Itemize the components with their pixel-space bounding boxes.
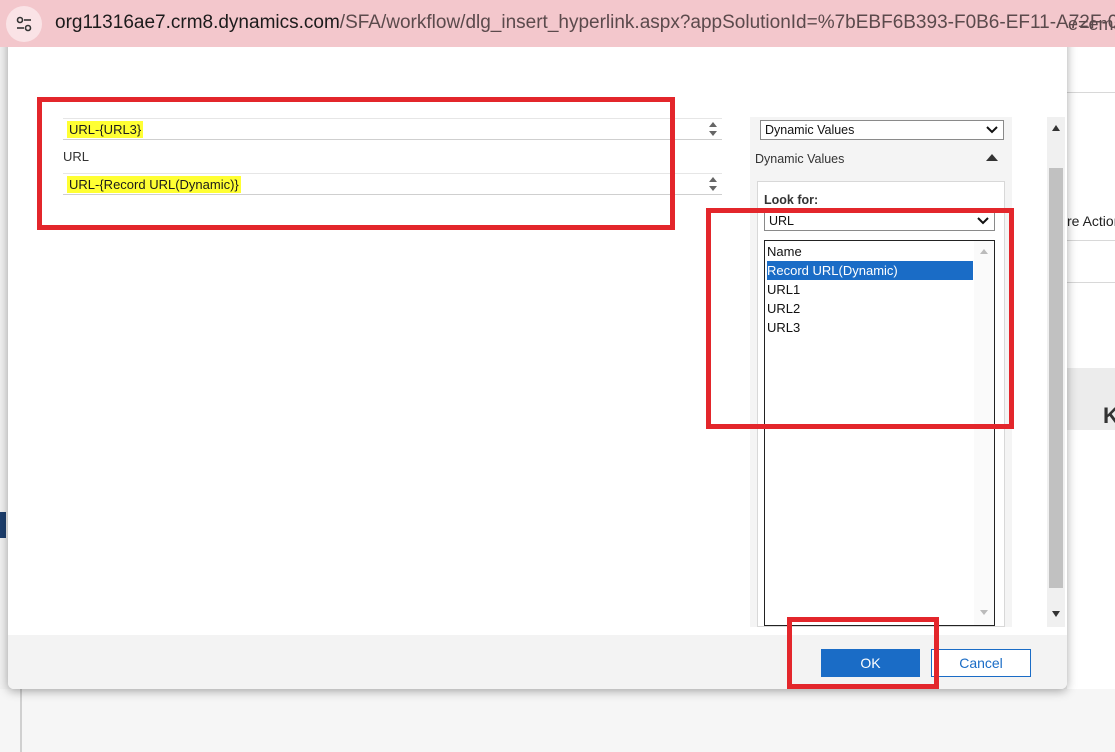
background-k-label: K: [1103, 403, 1115, 428]
annotation-box-list: [706, 208, 1014, 429]
url-path: /SFA/workflow/dlg_insert_hyperlink.aspx?…: [339, 12, 1115, 33]
scroll-up-icon[interactable]: [1051, 123, 1061, 133]
scroll-down-icon[interactable]: [1051, 609, 1061, 619]
scrollbar-thumb[interactable]: [1049, 168, 1063, 588]
spinner-icon[interactable]: [708, 176, 718, 192]
annotation-box-fields: [37, 97, 675, 230]
url-overflow-text: e=ema: [1068, 14, 1115, 34]
url-text[interactable]: org11316ae7.crm8.dynamics.com/SFA/workfl…: [55, 12, 1115, 34]
site-settings-icon: [16, 16, 32, 32]
spinner-icon[interactable]: [708, 121, 718, 137]
dynamic-values-dropdown[interactable]: Dynamic Values: [760, 120, 1004, 140]
background-left-accent: [0, 512, 6, 538]
dynamic-values-section-title: Dynamic Values: [755, 152, 845, 166]
chevron-down-icon: [986, 126, 998, 134]
cancel-button[interactable]: Cancel: [931, 649, 1031, 677]
scroll-down-icon[interactable]: [979, 609, 989, 617]
look-for-label: Look for:: [764, 193, 819, 207]
collapse-arrow-icon[interactable]: [985, 152, 999, 162]
annotation-box-ok: [787, 617, 939, 689]
background-action-label: re Action: [1067, 213, 1115, 229]
site-info-button[interactable]: [6, 6, 42, 42]
url-host: org11316ae7.crm8.dynamics.com: [55, 12, 340, 33]
dynamic-values-dropdown-value: Dynamic Values: [765, 123, 855, 137]
